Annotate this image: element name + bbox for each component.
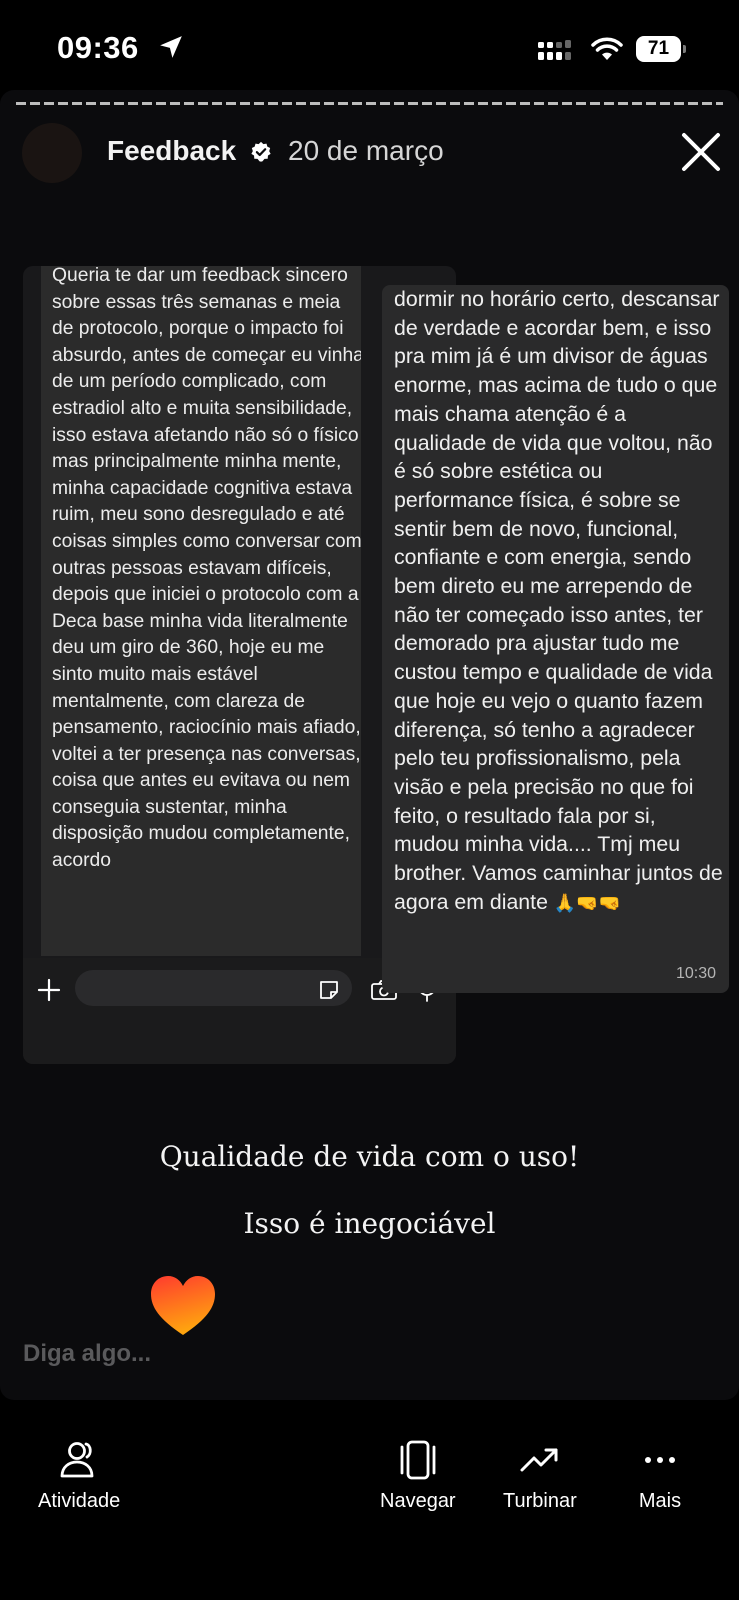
nav-browse-label: Navegar (380, 1490, 456, 1512)
location-arrow-icon (160, 36, 182, 58)
nav-activity[interactable]: Atividade (38, 1440, 120, 1513)
browse-icon (400, 1440, 436, 1480)
wifi-icon (591, 37, 623, 60)
cellular-signal-icon (538, 40, 571, 60)
message-bubble-left: Queria te dar um feedback sincero sobre … (41, 266, 361, 956)
battery-level: 71 (636, 36, 681, 62)
nav-activity-label: Atividade (38, 1490, 121, 1512)
verified-badge-icon (251, 141, 271, 162)
reply-input[interactable]: Diga algo... (23, 1340, 151, 1368)
more-icon (645, 1457, 675, 1463)
story-date: 20 de março (288, 135, 444, 166)
nav-more-label: Mais (638, 1490, 682, 1512)
story-progress-segments (16, 102, 723, 105)
sticker-icon (320, 981, 338, 999)
message-text-right: dormir no horário certo, descansar de ve… (394, 287, 723, 914)
activity-icon (60, 1442, 94, 1478)
message-emoji: 🙏🤜🤜 (553, 893, 622, 914)
boost-icon (520, 1448, 558, 1472)
story-progress-bar (16, 102, 723, 105)
nav-more[interactable]: Mais (638, 1440, 682, 1513)
message-text-left: Queria te dar um feedback sincero sobre … (52, 266, 361, 872)
story-viewer[interactable]: Feedback 20 de março Queria te dar um fe… (0, 90, 739, 1400)
battery-indicator: 71 (636, 36, 686, 62)
plus-icon (37, 978, 61, 1002)
story-caption-secondary: Isso é inegociável (243, 1207, 496, 1240)
nav-boost[interactable]: Turbinar (503, 1440, 577, 1513)
heart-icon[interactable] (149, 1275, 217, 1337)
author-avatar[interactable] (22, 123, 82, 183)
composer-input (75, 970, 352, 1006)
story-caption-primary: Qualidade de vida com o uso! (159, 1140, 580, 1173)
message-bubble-right: dormir no horário certo, descansar de ve… (382, 285, 729, 993)
story-header: Feedback 20 de março (0, 120, 739, 184)
battery-tip (683, 45, 686, 53)
nav-boost-label: Turbinar (503, 1490, 577, 1512)
message-text-right-container: dormir no horário certo, descansar de ve… (394, 285, 724, 916)
story-author[interactable]: Feedback (107, 135, 236, 167)
status-bar: 09:36 71 (0, 0, 739, 95)
close-icon[interactable] (681, 132, 721, 172)
message-timestamp: 10:30 (675, 965, 716, 982)
nav-browse[interactable]: Navegar (380, 1440, 456, 1513)
bottom-nav: Atividade Navegar Turbinar Mais (0, 1400, 739, 1600)
status-time: 09:36 (57, 30, 139, 65)
